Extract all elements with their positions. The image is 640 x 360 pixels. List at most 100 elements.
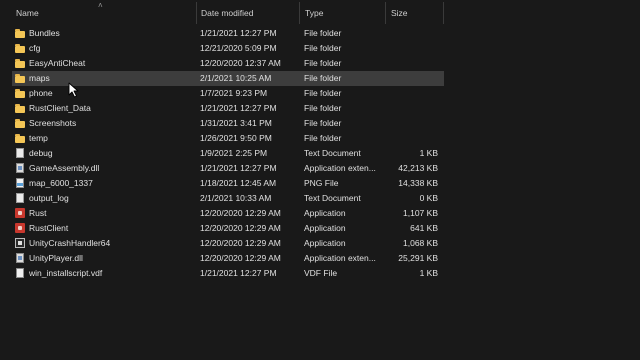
folder-icon	[15, 28, 25, 39]
file-type: File folder	[304, 118, 342, 128]
file-name: cfg	[29, 43, 41, 53]
vdf-file-icon	[15, 268, 25, 279]
file-name: Screenshots	[29, 118, 77, 128]
file-size: 1,107 KB	[403, 208, 438, 218]
file-type: File folder	[304, 103, 342, 113]
file-type: Application	[304, 208, 346, 218]
file-size: 641 KB	[410, 223, 438, 233]
column-header-type[interactable]: Type	[305, 0, 385, 26]
file-row[interactable]: cfg 12/21/2020 5:09 PM File folder	[12, 41, 444, 56]
file-size: 0 KB	[419, 193, 438, 203]
column-divider[interactable]	[385, 2, 386, 24]
file-date-modified: 1/9/2021 2:25 PM	[200, 148, 268, 158]
file-date-modified: 12/21/2020 5:09 PM	[200, 43, 277, 53]
mouse-pointer-icon	[68, 82, 79, 98]
file-type: Application exten...	[304, 253, 376, 263]
file-type: File folder	[304, 58, 342, 68]
file-type: PNG File	[304, 178, 339, 188]
file-size: 1,068 KB	[403, 238, 438, 248]
file-type: File folder	[304, 73, 342, 83]
folder-icon	[15, 88, 25, 99]
file-row[interactable]: RustClient_Data 1/21/2021 12:27 PM File fo…	[12, 101, 444, 116]
file-date-modified: 1/21/2021 12:27 PM	[200, 163, 277, 173]
file-type: Application	[304, 238, 346, 248]
file-row[interactable]: UnityCrashHandler64 12/20/2020 12:29 AM Ap…	[12, 236, 444, 251]
file-name: win_installscript.vdf	[29, 268, 103, 278]
file-date-modified: 1/18/2021 12:45 AM	[200, 178, 277, 188]
file-date-modified: 1/31/2021 3:41 PM	[200, 118, 272, 128]
file-type: Application exten...	[304, 163, 376, 173]
file-name: temp	[29, 133, 48, 143]
file-type: Text Document	[304, 148, 361, 158]
file-date-modified: 12/20/2020 12:29 AM	[200, 208, 281, 218]
file-date-modified: 1/21/2021 12:27 PM	[200, 28, 277, 38]
file-date-modified: 12/20/2020 12:29 AM	[200, 238, 281, 248]
rust-app-icon	[15, 208, 25, 219]
column-header-bar: Name ˄ Date modified Type Size	[0, 0, 640, 26]
file-name: UnityCrashHandler64	[29, 238, 111, 248]
folder-icon	[15, 103, 25, 114]
rust-app-icon	[15, 223, 25, 234]
text-file-icon	[15, 193, 25, 204]
file-size: 1 KB	[419, 268, 438, 278]
text-file-icon	[15, 148, 25, 159]
file-name: map_6000_1337	[29, 178, 93, 188]
png-file-icon	[15, 178, 25, 189]
file-name: RustClient	[29, 223, 69, 233]
file-date-modified: 1/7/2021 9:23 PM	[200, 88, 268, 98]
file-date-modified: 12/20/2020 12:37 AM	[200, 58, 281, 68]
file-type: Text Document	[304, 193, 361, 203]
dll-file-icon	[15, 253, 25, 264]
file-date-modified: 1/21/2021 12:27 PM	[200, 103, 277, 113]
column-divider[interactable]	[443, 2, 444, 24]
file-explorer: Name ˄ Date modified Type Size Bundles 1/…	[0, 0, 640, 360]
file-date-modified: 1/21/2021 12:27 PM	[200, 268, 277, 278]
folder-icon	[15, 58, 25, 69]
file-row[interactable]: output_log 2/1/2021 10:33 AM Text Document…	[12, 191, 444, 206]
folder-icon	[15, 118, 25, 129]
file-date-modified: 2/1/2021 10:25 AM	[200, 73, 272, 83]
file-name: GameAssembly.dll	[29, 163, 100, 173]
file-type: VDF File	[304, 268, 338, 278]
file-row[interactable]: UnityPlayer.dll 12/20/2020 12:29 AM Applic…	[12, 251, 444, 266]
file-type: File folder	[304, 28, 342, 38]
file-row[interactable]: GameAssembly.dll 1/21/2021 12:27 PM Applic…	[12, 161, 444, 176]
file-size: 14,338 KB	[398, 178, 438, 188]
file-row[interactable]: temp 1/26/2021 9:50 PM File folder	[12, 131, 444, 146]
file-name: maps	[29, 73, 50, 83]
file-size: 42,213 KB	[398, 163, 438, 173]
sort-up-icon: ˄	[98, 1, 103, 10]
file-date-modified: 12/20/2020 12:29 AM	[200, 223, 281, 233]
column-header-date[interactable]: Date modified	[201, 0, 299, 26]
file-type: Application	[304, 223, 346, 233]
file-date-modified: 2/1/2021 10:33 AM	[200, 193, 272, 203]
column-header-size[interactable]: Size	[391, 0, 443, 26]
column-divider[interactable]	[299, 2, 300, 24]
file-name: phone	[29, 88, 53, 98]
file-type: File folder	[304, 133, 342, 143]
file-type: File folder	[304, 88, 342, 98]
file-row[interactable]: Bundles 1/21/2021 12:27 PM File folder	[12, 26, 444, 41]
file-row[interactable]: map_6000_1337 1/18/2021 12:45 AM PNG File 1…	[12, 176, 444, 191]
file-row[interactable]: win_installscript.vdf 1/21/2021 12:27 PM V…	[12, 266, 444, 281]
folder-icon	[15, 43, 25, 54]
file-name: Bundles	[29, 28, 60, 38]
file-name: UnityPlayer.dll	[29, 253, 83, 263]
file-name: output_log	[29, 193, 69, 203]
file-name: Rust	[29, 208, 47, 218]
file-row[interactable]: RustClient 12/20/2020 12:29 AM Application…	[12, 221, 444, 236]
file-row[interactable]: debug 1/9/2021 2:25 PM Text Document 1 KB	[12, 146, 444, 161]
folder-icon	[15, 133, 25, 144]
file-name: debug	[29, 148, 53, 158]
file-row[interactable]: Screenshots 1/31/2021 3:41 PM File folder	[12, 116, 444, 131]
file-name: EasyAntiCheat	[29, 58, 86, 68]
file-row[interactable]: Rust 12/20/2020 12:29 AM Application 1,107 …	[12, 206, 444, 221]
column-divider[interactable]	[196, 2, 197, 24]
file-name: RustClient_Data	[29, 103, 91, 113]
column-header-name[interactable]: Name	[16, 0, 196, 26]
file-size: 1 KB	[419, 148, 438, 158]
file-date-modified: 1/26/2021 9:50 PM	[200, 133, 272, 143]
file-type: File folder	[304, 43, 342, 53]
dll-file-icon	[15, 163, 25, 174]
file-row[interactable]: EasyAntiCheat 12/20/2020 12:37 AM File fol…	[12, 56, 444, 71]
